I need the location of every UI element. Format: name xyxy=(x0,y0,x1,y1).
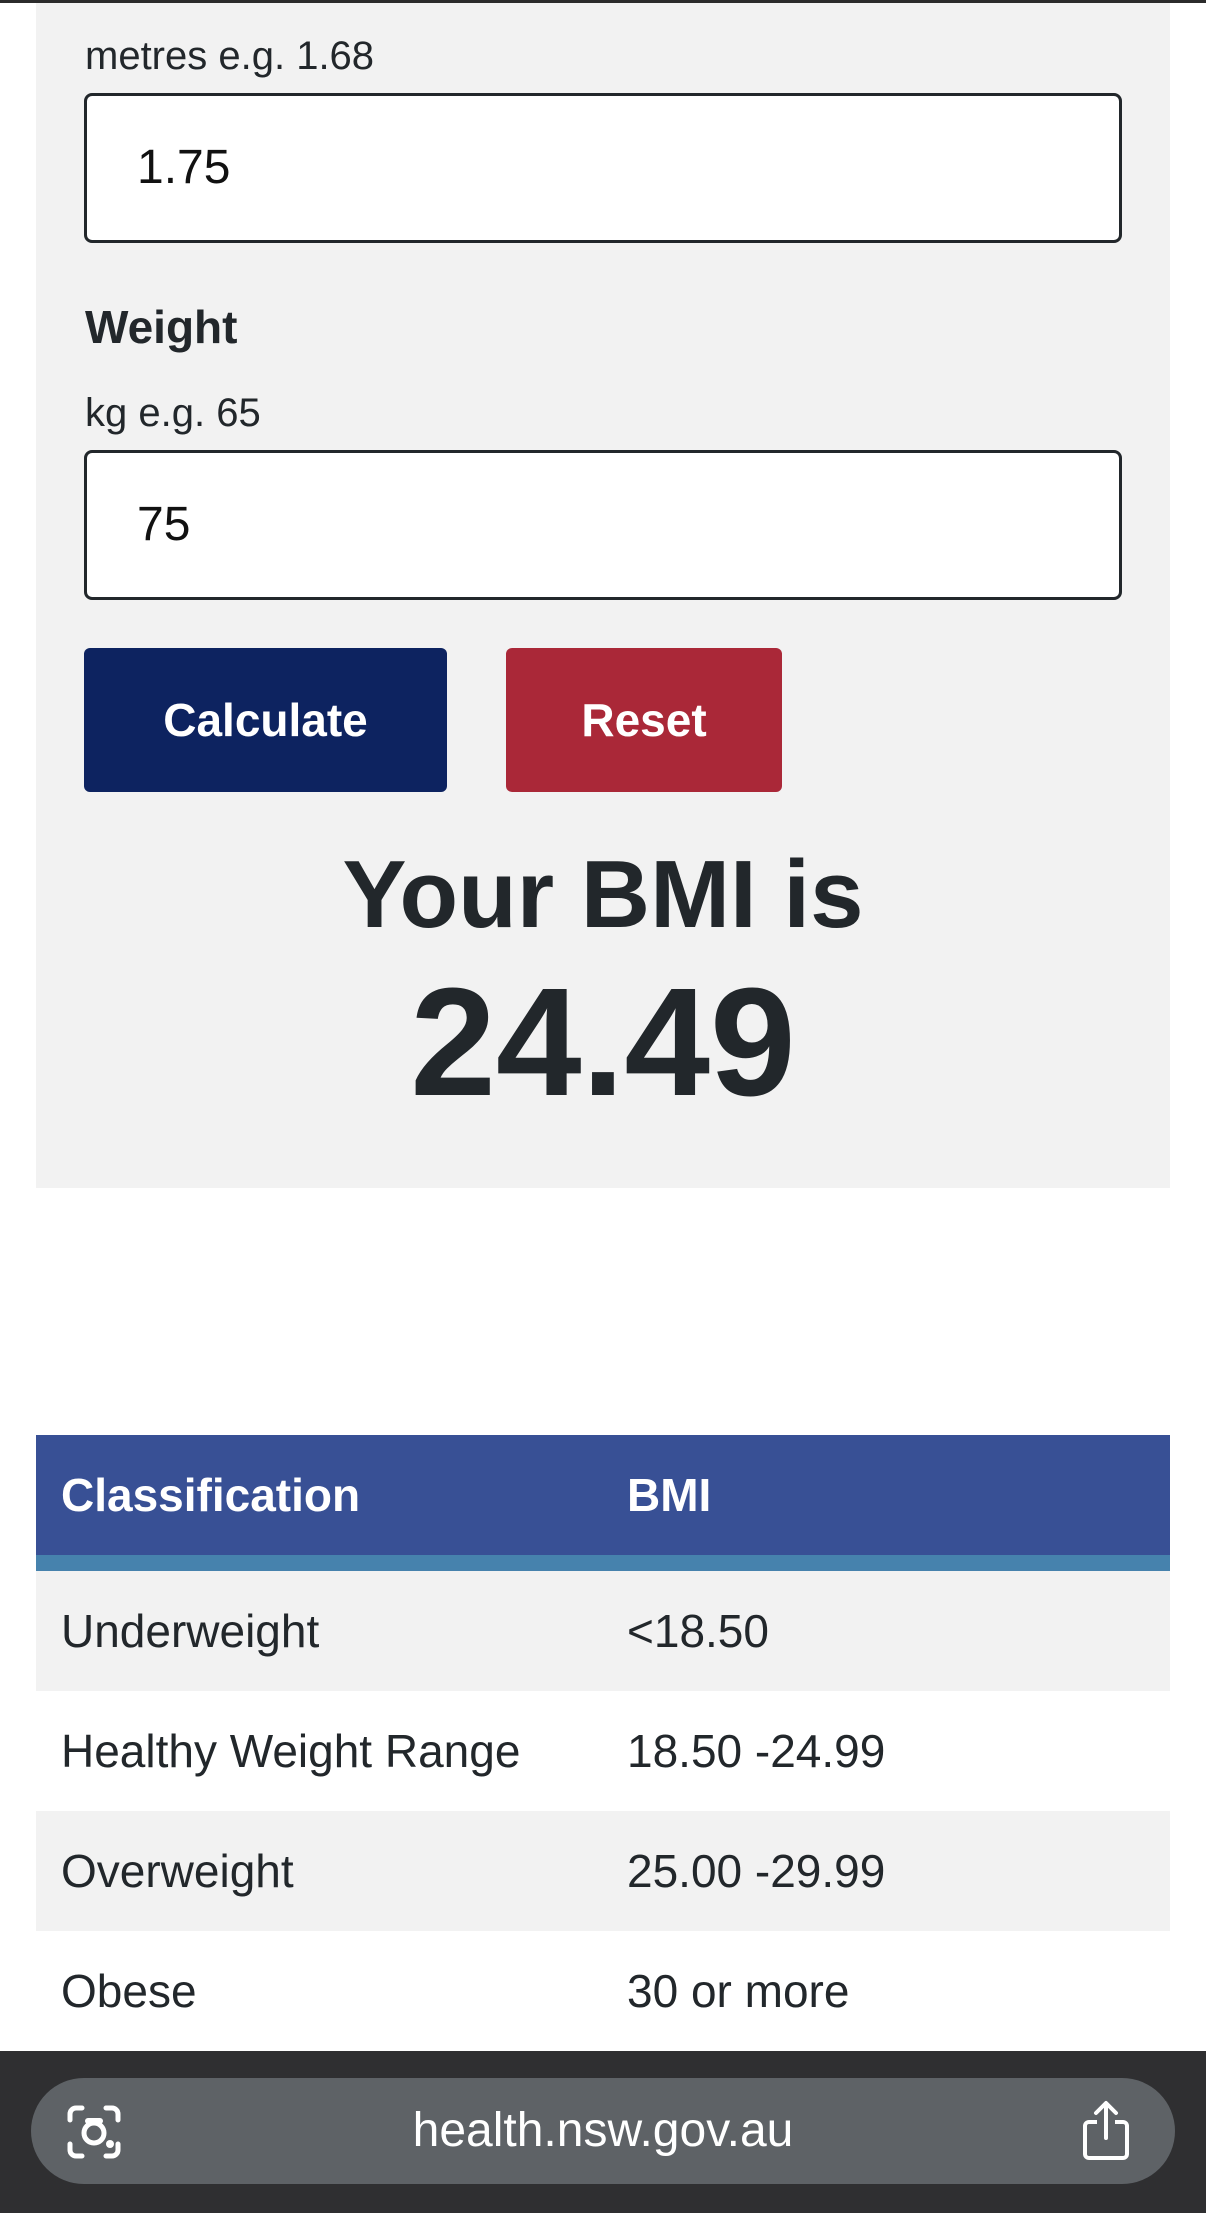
row-classification: Healthy Weight Range xyxy=(61,1725,521,1777)
weight-input[interactable]: 75 xyxy=(84,450,1122,600)
row-classification: Underweight xyxy=(61,1605,320,1657)
weight-label: Weight xyxy=(85,301,238,353)
height-input[interactable]: 1.75 xyxy=(84,93,1122,243)
weight-hint: kg e.g. 65 xyxy=(85,391,261,435)
table-row: Obese 30 or more xyxy=(36,1931,1170,2051)
table-row: Overweight 25.00 -29.99 xyxy=(36,1811,1170,1931)
reset-button[interactable]: Reset xyxy=(506,648,782,792)
url-pill[interactable]: health.nsw.gov.au xyxy=(31,2078,1175,2184)
row-bmi: <18.50 xyxy=(627,1605,769,1657)
table-row: Healthy Weight Range 18.50 -24.99 xyxy=(36,1691,1170,1811)
row-classification: Obese xyxy=(61,1965,197,2017)
table-header-stripe xyxy=(36,1555,1170,1571)
header-bmi: BMI xyxy=(627,1469,712,1521)
row-bmi: 18.50 -24.99 xyxy=(627,1725,886,1777)
header-classification: Classification xyxy=(61,1469,361,1521)
browser-address-bar: health.nsw.gov.au xyxy=(0,2051,1206,2213)
bmi-classification-table: Classification BMI Underweight <18.50 He… xyxy=(36,1435,1170,2051)
table-header: Classification BMI xyxy=(36,1435,1170,1555)
row-bmi: 25.00 -29.99 xyxy=(627,1845,886,1897)
bmi-result-label: Your BMI is xyxy=(342,841,864,948)
row-classification: Overweight xyxy=(61,1845,294,1897)
share-icon[interactable] xyxy=(1079,2100,1133,2162)
calculate-button[interactable]: Calculate xyxy=(84,648,447,792)
row-bmi: 30 or more xyxy=(627,1965,850,2017)
table-row: Underweight <18.50 xyxy=(36,1571,1170,1691)
url-text: health.nsw.gov.au xyxy=(412,2104,794,2157)
height-hint: metres e.g. 1.68 xyxy=(85,34,375,78)
bmi-result-value: 24.49 xyxy=(410,956,796,1128)
